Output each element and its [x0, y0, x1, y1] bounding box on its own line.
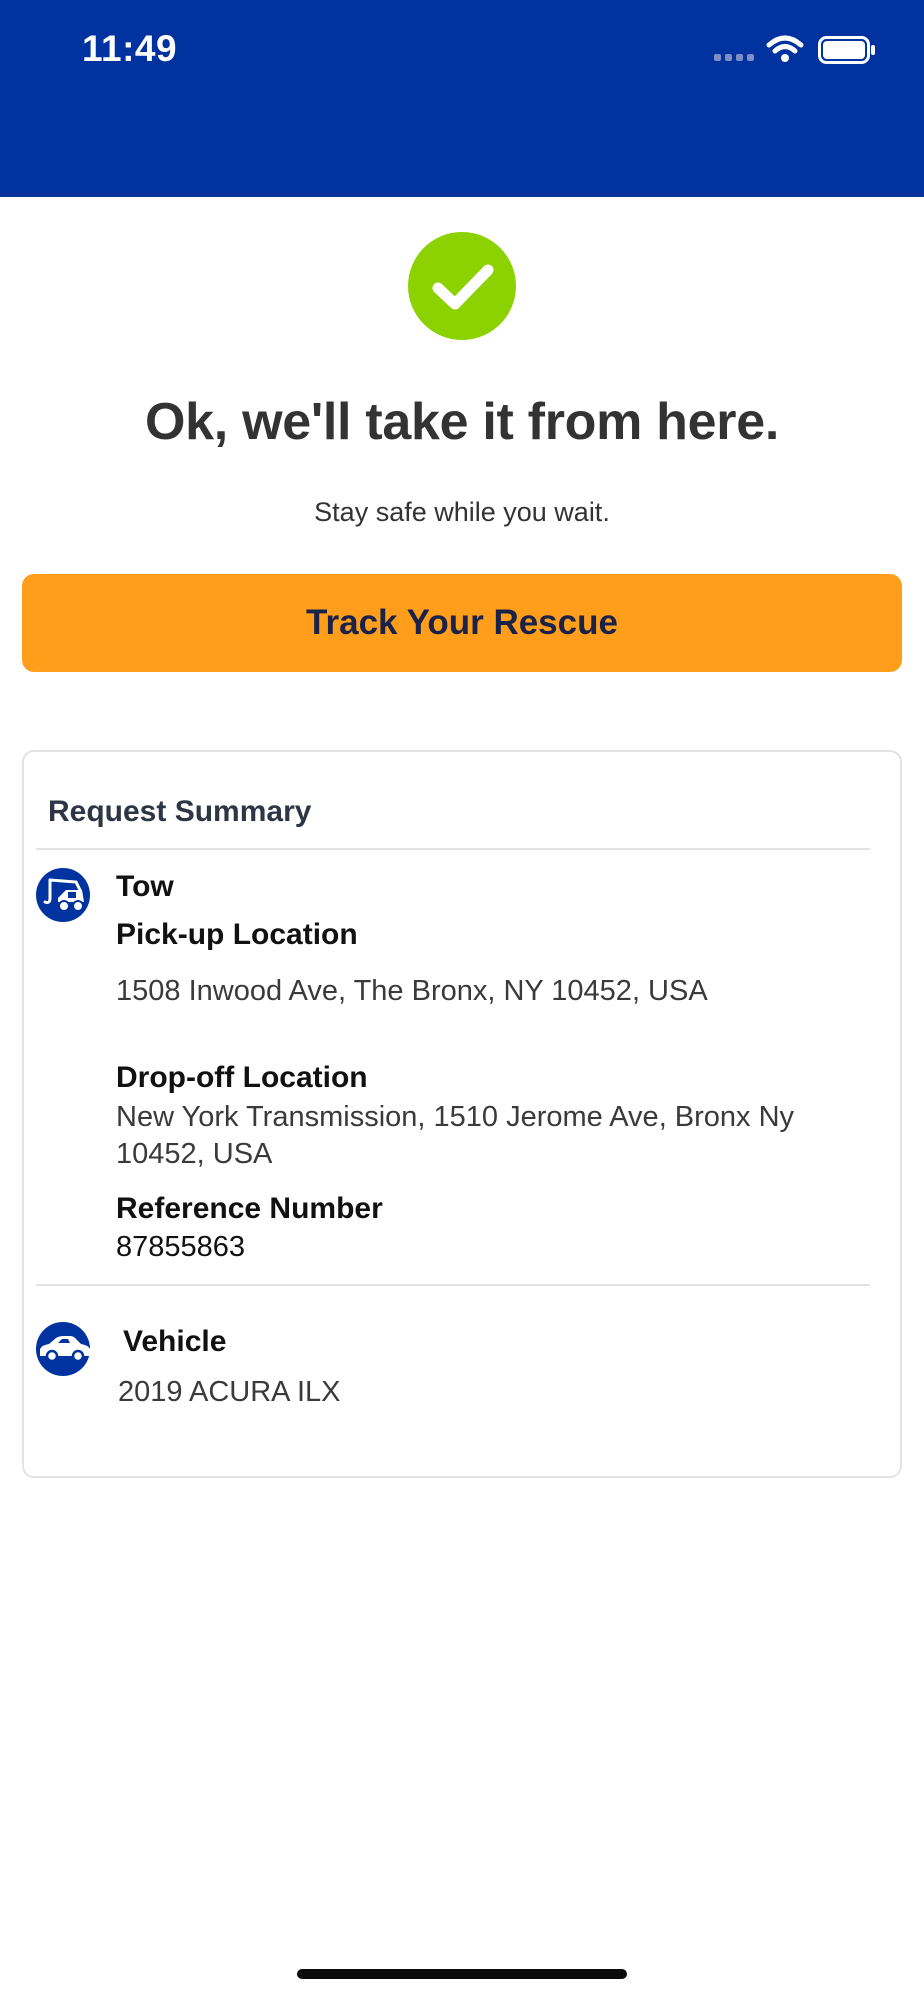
dropoff-label: Drop-off Location: [116, 1061, 368, 1094]
summary-divider: [36, 848, 870, 850]
pickup-value: 1508 Inwood Ave, The Bronx, NY 10452, US…: [116, 975, 708, 1007]
check-icon: [432, 264, 494, 310]
reference-label: Reference Number: [116, 1192, 383, 1225]
vehicle-label: Vehicle: [123, 1325, 227, 1358]
vehicle-value: 2019 ACURA ILX: [118, 1376, 341, 1408]
service-type: Tow: [116, 870, 174, 903]
tow-truck-icon: [43, 878, 84, 912]
status-bar: 11:49: [0, 0, 924, 197]
track-rescue-button[interactable]: Track Your Rescue: [22, 574, 902, 672]
car-icon: [40, 1336, 90, 1363]
success-check-badge: [408, 232, 516, 340]
dropoff-value-line1: New York Transmission, 1510 Jerome Ave, …: [116, 1101, 795, 1133]
pickup-label: Pick-up Location: [116, 918, 358, 951]
tow-badge: [36, 868, 90, 922]
summary-title: Request Summary: [48, 795, 312, 828]
dropoff-value-line2: 10452, USA: [116, 1138, 273, 1170]
summary-divider: [36, 1284, 870, 1286]
wifi-icon: [766, 35, 804, 62]
vehicle-badge: [36, 1322, 90, 1376]
home-indicator[interactable]: [297, 1969, 627, 1979]
battery-icon: [818, 36, 875, 64]
reference-value: 87855863: [116, 1231, 246, 1263]
confirmation-headline: Ok, we'll take it from here.: [145, 393, 779, 451]
confirmation-subline: Stay safe while you wait.: [314, 497, 610, 527]
status-time: 11:49: [82, 28, 178, 69]
signal-dots-icon: [714, 54, 754, 61]
